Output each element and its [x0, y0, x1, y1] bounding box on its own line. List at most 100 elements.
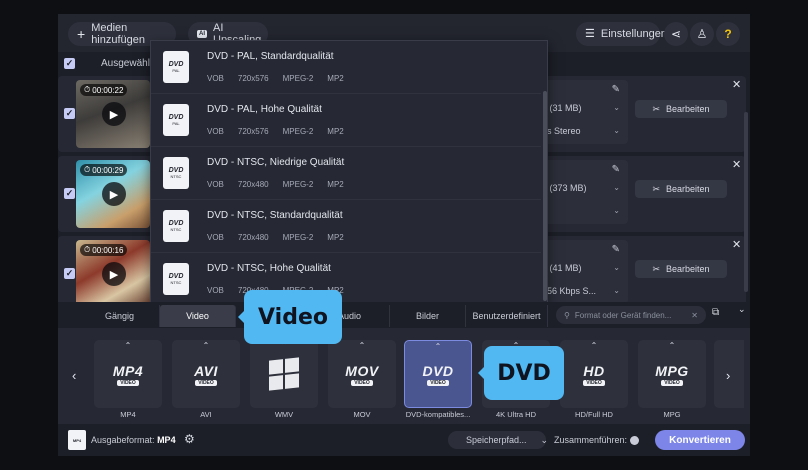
- preset-item[interactable]: DVD PAL DVD - PAL, Hohe Qualität VOB 720x…: [151, 94, 541, 147]
- account-button[interactable]: ♙: [690, 22, 714, 46]
- help-button[interactable]: ?: [716, 22, 740, 46]
- pencil-icon[interactable]: ✎: [612, 244, 620, 255]
- format-logo-text: AVI: [194, 362, 218, 379]
- preset-item[interactable]: DVD PAL DVD - PAL, Standardqualität VOB 7…: [151, 41, 541, 94]
- chevron-down-icon[interactable]: ⌄: [613, 206, 620, 215]
- settings-label: Einstellungen: [600, 28, 667, 40]
- video-thumbnail[interactable]: ⏱ 00:00:29 ▶: [76, 160, 150, 228]
- chevron-down-icon[interactable]: ⌄: [613, 126, 620, 135]
- dropdown-scrollbar[interactable]: [543, 91, 547, 301]
- format-tile-hd[interactable]: ⌃ HD VIDEO: [560, 340, 628, 408]
- tab-gaengig[interactable]: Gängig: [80, 305, 160, 327]
- format-tile-wmv[interactable]: ⌃: [250, 340, 318, 408]
- duration-badge: ⏱ 00:00:22: [80, 84, 128, 96]
- play-icon[interactable]: ▶: [102, 262, 126, 286]
- save-path-dropdown[interactable]: Speicherpfad... ⌄: [448, 431, 549, 449]
- chevron-up-icon[interactable]: ⌃: [435, 342, 442, 351]
- chevron-down-icon[interactable]: ⌄: [613, 183, 620, 192]
- output-settings-panel: ✎ n (31 MB) ⌄ ps Stereo ⌄: [540, 80, 628, 144]
- output-format-value: MP4: [157, 435, 176, 445]
- settings-button[interactable]: ☰ Einstellungen: [576, 22, 667, 46]
- clear-icon[interactable]: ✕: [691, 311, 698, 320]
- play-icon[interactable]: ▶: [102, 182, 126, 206]
- file-size-text: n (373 MB): [542, 183, 587, 193]
- tab-label: Gängig: [104, 311, 135, 321]
- chevron-down-icon[interactable]: ⌄: [613, 263, 620, 272]
- chevron-left-icon[interactable]: ‹: [72, 368, 76, 383]
- edit-label: Bearbeiten: [666, 184, 710, 194]
- video-thumbnail[interactable]: ⏱ 00:00:16 ▶: [76, 240, 150, 308]
- video-thumbnail[interactable]: ⏱ 00:00:22 ▶: [76, 80, 150, 148]
- spec-audio: MP2: [327, 233, 344, 242]
- pencil-icon[interactable]: ✎: [612, 164, 620, 175]
- dvd-icon-text: DVD: [168, 273, 184, 280]
- pencil-icon[interactable]: ✎: [612, 84, 620, 95]
- output-format-icon[interactable]: MP4: [68, 430, 86, 450]
- edit-button[interactable]: ✂ Bearbeiten: [635, 100, 727, 118]
- chevron-down-icon[interactable]: ⌄: [613, 103, 620, 112]
- dvd-icon-text: DVD: [168, 61, 184, 68]
- plus-icon: +: [77, 26, 86, 42]
- merge-toggle[interactable]: [630, 436, 639, 445]
- file-checkbox[interactable]: ✓: [64, 108, 75, 119]
- convert-button[interactable]: Konvertieren: [655, 430, 745, 450]
- chevron-down-icon[interactable]: ⌄: [613, 286, 620, 295]
- scissors-icon: ✂: [652, 183, 660, 194]
- format-label: MOV: [353, 410, 371, 419]
- edit-button[interactable]: ✂ Bearbeiten: [635, 260, 727, 278]
- tab-video[interactable]: Video: [160, 305, 236, 327]
- spec-audio: MP2: [327, 180, 344, 189]
- chevron-up-icon[interactable]: ⌃: [125, 341, 132, 350]
- preset-title: DVD - NTSC, Niedrige Qualität: [207, 157, 345, 168]
- format-tile-mov[interactable]: ⌃ MOV VIDEO: [328, 340, 396, 408]
- gear-icon[interactable]: ⚙: [184, 432, 195, 446]
- file-checkbox[interactable]: ✓: [64, 188, 75, 199]
- format-search-input[interactable]: ⚲ Format oder Gerät finden... ✕: [556, 306, 706, 324]
- output-format-label: Ausgabeformat: MP4: [91, 435, 176, 445]
- tab-label: Bilder: [415, 311, 439, 321]
- format-logo-text: HD: [583, 362, 605, 379]
- chevron-up-icon[interactable]: ⌃: [591, 341, 598, 350]
- remove-file-button[interactable]: ✕: [732, 238, 741, 251]
- tab-benutzerdefiniert[interactable]: Benutzerdefiniert: [466, 305, 548, 327]
- chevron-up-icon[interactable]: ⌃: [669, 341, 676, 350]
- format-label: MP4: [120, 410, 136, 419]
- format-logo-text: MPG: [655, 362, 689, 379]
- dvd-icon-text: DVD: [168, 114, 184, 121]
- user-icon: ♙: [696, 27, 708, 41]
- edit-button[interactable]: ✂ Bearbeiten: [635, 180, 727, 198]
- collapse-panel-icon[interactable]: ⌄: [738, 304, 746, 315]
- play-icon[interactable]: ▶: [102, 102, 126, 126]
- format-tile-mp4[interactable]: ⌃ MP4 VIDEO: [94, 340, 162, 408]
- chevron-up-icon[interactable]: ⌃: [203, 341, 210, 350]
- search-placeholder: Format oder Gerät finden...: [574, 310, 672, 320]
- output-format-caption: Ausgabeformat:: [91, 435, 155, 445]
- spec-resolution: 720x576: [237, 74, 269, 83]
- chevron-up-icon[interactable]: ⌃: [359, 341, 366, 350]
- format-tile-dvd[interactable]: ⌃ DVD VIDEO: [404, 340, 472, 408]
- settings-sliders-icon: ☰: [585, 27, 595, 40]
- convert-label: Konvertieren: [669, 434, 731, 446]
- remove-file-button[interactable]: ✕: [732, 78, 741, 91]
- duration-badge: ⏱ 00:00:16: [80, 244, 128, 256]
- chevron-right-icon[interactable]: ›: [726, 368, 730, 383]
- spec-codec: MPEG-2: [282, 233, 314, 242]
- selection-label: Ausgewählte: [101, 57, 159, 69]
- select-all-checkbox[interactable]: ✓: [64, 57, 75, 69]
- preset-item[interactable]: DVDNTSC DVD - NTSC, Hohe Qualität VOB 72…: [151, 253, 541, 302]
- chevron-down-icon: ⌄: [540, 434, 549, 445]
- share-button[interactable]: ⋖: [664, 22, 688, 46]
- windows-logo-icon: [269, 357, 299, 391]
- preset-specs: VOB 720x480 MPEG-2 MP2: [207, 233, 344, 242]
- video-callout: Video: [244, 290, 342, 344]
- remove-file-button[interactable]: ✕: [732, 158, 741, 171]
- add-format-icon[interactable]: ⧉: [712, 307, 719, 318]
- preset-item[interactable]: DVD NTSC DVD - NTSC, Niedrige Qualität VO…: [151, 147, 541, 200]
- tab-bilder[interactable]: Bilder: [390, 305, 466, 327]
- list-scrollbar[interactable]: [744, 112, 748, 292]
- format-tile-mpg[interactable]: ⌃ MPG VIDEO: [638, 340, 706, 408]
- format-label: WMV: [274, 410, 294, 419]
- format-tile-avi[interactable]: ⌃ AVI VIDEO: [172, 340, 240, 408]
- preset-item[interactable]: DVD NTSC DVD - NTSC, Standardqualität VOB…: [151, 200, 541, 253]
- file-checkbox[interactable]: ✓: [64, 268, 75, 279]
